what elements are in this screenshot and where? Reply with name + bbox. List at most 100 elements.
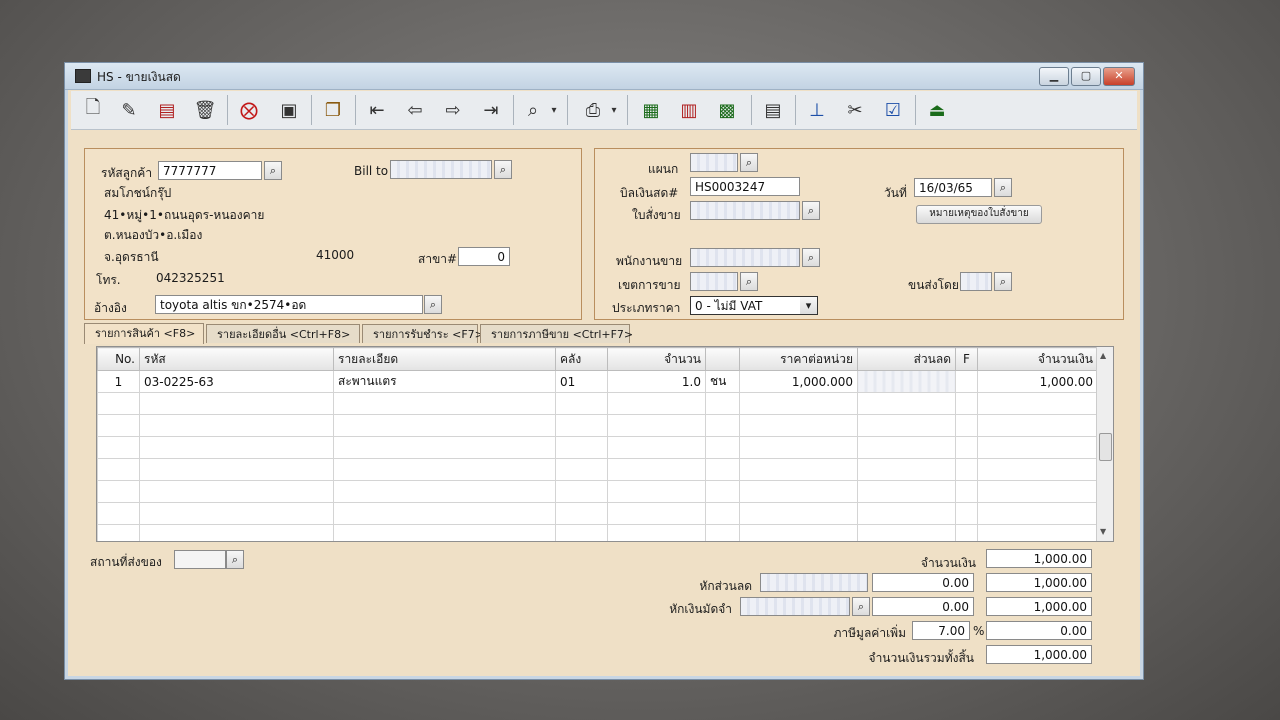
table-row[interactable] [97,524,1098,541]
deposit-lookup-icon[interactable]: ⌕ [852,597,870,616]
cell-flag[interactable] [955,370,978,393]
calendar-icon[interactable]: ⌕ [994,178,1012,197]
vat-rate-input[interactable]: 7.00 [912,621,970,640]
ref-input[interactable]: toyota altis ขก•2574•อด [155,295,423,314]
copy-icon[interactable]: ❐ [319,96,347,124]
cell-unit-price[interactable]: 1,000.000 [739,370,858,393]
save-icon[interactable]: ▣ [275,96,303,124]
calc-icon[interactable]: ▩ [713,96,741,124]
col-no[interactable]: No. [97,347,140,371]
cell-warehouse[interactable]: 01 [555,370,608,393]
sales-order-lookup-icon[interactable]: ⌕ [802,201,820,220]
col-quantity[interactable]: จำนวน [607,347,706,371]
preview-icon[interactable]: ▦ [637,96,665,124]
close-button[interactable]: ✕ [1103,67,1135,86]
order-note-button[interactable]: หมายเหตุของใบสั่งขาย [916,205,1042,224]
items-grid[interactable]: No. รหัส รายละเอียด คลัง จำนวน ราคาต่อหน… [96,346,1114,542]
new-icon[interactable]: 🗋 [79,96,107,124]
customer-lookup-icon[interactable]: ⌕ [264,161,282,180]
discount-input[interactable] [760,573,868,592]
table-row[interactable] [97,458,1098,481]
salesperson-lookup-icon[interactable]: ⌕ [802,248,820,267]
vat-percent-sign: % [973,624,985,638]
deposit-input[interactable] [740,597,850,616]
table-row[interactable] [97,502,1098,525]
scroll-thumb[interactable] [1099,433,1112,461]
table-row[interactable] [97,392,1098,415]
next-record-icon[interactable]: ⇨ [439,96,467,124]
cancel-icon[interactable]: ⨂ [235,96,263,124]
edit-icon[interactable]: ✎ [115,96,143,124]
col-unit[interactable] [705,347,740,371]
branch-input[interactable]: 0 [458,247,510,266]
cell-unit[interactable]: ชน [705,370,740,393]
table-row[interactable] [97,414,1098,437]
tab-items[interactable]: รายการสินค้า <F8> [84,323,204,344]
billto-input[interactable] [390,160,492,179]
col-warehouse[interactable]: คลัง [555,347,608,371]
table-row[interactable]: 1 03-0225-63 สะพานแตร 01 1.0 ชน 1,000.00… [97,370,1098,393]
price-type-label: ประเภทราคา [612,301,681,315]
billto-lookup-icon[interactable]: ⌕ [494,160,512,179]
table-header-row: No. รหัส รายละเอียด คลัง จำนวน ราคาต่อหน… [97,347,1098,371]
toolbar: 🗋 ✎ ▤ 🗑 ⨂ ▣ ❐ ⇤ ⇦ ⇨ ⇥ ⌕ ▾ ⎙ ▾ ▦ ▥ ▩ ▤ ⊥ … [71,91,1137,130]
col-discount[interactable]: ส่วนลด [857,347,956,371]
first-record-icon[interactable]: ⇤ [363,96,391,124]
grid-scrollbar[interactable]: ▲ ▼ [1096,347,1113,541]
col-flag[interactable]: F [955,347,978,371]
shipping-input[interactable] [960,272,992,291]
tab-other-details[interactable]: รายละเอียดอื่น <Ctrl+F8> [206,324,360,343]
deposit-value[interactable]: 0.00 [872,597,974,616]
print-icon[interactable]: ⎙ [579,96,607,124]
customer-code-label: รหัสลูกค้า [101,166,153,180]
chevron-down-icon[interactable]: ▾ [800,297,817,314]
col-description[interactable]: รายละเอียด [333,347,556,371]
cell-description[interactable]: สะพานแตร [333,370,556,393]
last-record-icon[interactable]: ⇥ [477,96,505,124]
discount-value[interactable]: 0.00 [872,573,974,592]
chevron-down-icon[interactable]: ▾ [547,96,561,124]
approve-icon[interactable]: ⊥ [803,96,831,124]
sales-area-lookup-icon[interactable]: ⌕ [740,272,758,291]
sales-order-input[interactable] [690,201,800,220]
exit-icon[interactable]: ⏏ [923,96,951,124]
col-amount[interactable]: จำนวนเงิน [977,347,1098,371]
tab-sales-tax[interactable]: รายการภาษีขาย <Ctrl+F7> [480,324,633,343]
bill-number-input[interactable]: HS0003247 [690,177,800,196]
customer-code-input[interactable]: 7777777 [158,161,262,180]
shipping-lookup-icon[interactable]: ⌕ [994,272,1012,291]
delete-doc-icon[interactable]: ▤ [153,96,181,124]
col-unit-price[interactable]: ราคาต่อหน่วย [739,347,858,371]
report-icon[interactable]: ▤ [759,96,787,124]
dept-lookup-icon[interactable]: ⌕ [740,153,758,172]
table-row[interactable] [97,436,1098,459]
export-icon[interactable]: ▥ [675,96,703,124]
maximize-button[interactable]: ▢ [1071,67,1101,86]
prev-record-icon[interactable]: ⇦ [401,96,429,124]
tab-payments[interactable]: รายการรับชำระ <F7> [362,324,484,343]
ref-lookup-icon[interactable]: ⌕ [424,295,442,314]
ship-location-input[interactable] [174,550,226,569]
print-chevron-down-icon[interactable]: ▾ [607,96,621,124]
cell-no[interactable]: 1 [97,370,140,393]
scroll-down-icon[interactable]: ▼ [1100,527,1106,536]
cell-code[interactable]: 03-0225-63 [139,370,334,393]
minimize-button[interactable]: ▁ [1039,67,1069,86]
ok-icon[interactable]: ☑ [879,96,907,124]
salesperson-input[interactable] [690,248,800,267]
ship-location-lookup-icon[interactable]: ⌕ [226,550,244,569]
trash-icon[interactable]: 🗑 [191,96,219,124]
dept-input[interactable] [690,153,738,172]
shipping-label: ขนส่งโดย [908,278,959,292]
scroll-up-icon[interactable]: ▲ [1100,351,1106,360]
price-type-select[interactable]: 0 - ไม่มี VAT [690,296,818,315]
tool-icon[interactable]: ✂ [841,96,869,124]
cell-amount[interactable]: 1,000.00 [977,370,1098,393]
search-icon[interactable]: ⌕ [519,96,547,124]
cell-discount[interactable] [857,370,956,393]
cell-quantity[interactable]: 1.0 [607,370,706,393]
col-code[interactable]: รหัส [139,347,334,371]
table-row[interactable] [97,480,1098,503]
date-input[interactable]: 16/03/65 [914,178,992,197]
sales-area-input[interactable] [690,272,738,291]
